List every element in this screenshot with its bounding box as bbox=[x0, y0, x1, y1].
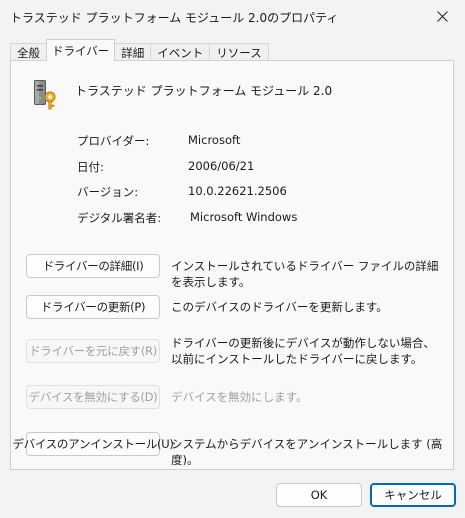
close-button[interactable] bbox=[419, 0, 465, 32]
properties-dialog: トラステッド プラットフォーム モジュール 2.0のプロパティ 全般 ドライバー… bbox=[0, 0, 465, 518]
window-title: トラステッド プラットフォーム モジュール 2.0のプロパティ bbox=[10, 11, 339, 25]
tab-general[interactable]: 全般 bbox=[10, 43, 47, 61]
update-driver-description: このデバイスのドライバーを更新します。 bbox=[171, 300, 388, 314]
driver-details-button[interactable]: ドライバーの詳細(I) bbox=[26, 254, 160, 278]
date-label: 日付: bbox=[77, 160, 104, 174]
tab-resources[interactable]: リソース bbox=[209, 43, 269, 61]
disable-device-description: デバイスを無効にします。 bbox=[171, 390, 308, 404]
date-value: 2006/06/21 bbox=[188, 159, 255, 173]
digital-signer-label: デジタル署名者: bbox=[77, 211, 162, 225]
title-bar[interactable]: トラステッド プラットフォーム モジュール 2.0のプロパティ bbox=[0, 0, 465, 32]
version-value: 10.0.22621.2506 bbox=[188, 184, 287, 198]
uninstall-device-description: システムからデバイスをアンインストールします (高度)。 bbox=[171, 437, 443, 467]
device-name: トラステッド プラットフォーム モジュール 2.0 bbox=[75, 84, 333, 98]
uninstall-device-button[interactable]: デバイスのアンインストール(U) bbox=[12, 432, 174, 456]
close-icon bbox=[436, 10, 448, 22]
provider-label: プロバイダー: bbox=[77, 134, 150, 148]
tab-details[interactable]: 詳細 bbox=[114, 43, 152, 61]
tab-strip: 全般 ドライバー 詳細 イベント リソース bbox=[10, 39, 269, 61]
roll-back-driver-button[interactable]: ドライバーを元に戻す(R) bbox=[26, 339, 160, 363]
digital-signer-value: Microsoft Windows bbox=[190, 210, 298, 224]
disable-device-button[interactable]: デバイスを無効にする(D) bbox=[26, 385, 160, 409]
update-driver-button[interactable]: ドライバーの更新(P) bbox=[26, 295, 160, 319]
version-label: バージョン: bbox=[77, 185, 139, 199]
tpm-chip-key-icon bbox=[34, 80, 56, 110]
driver-tab-panel: トラステッド プラットフォーム モジュール 2.0 プロバイダー: Micros… bbox=[10, 60, 454, 470]
ok-button[interactable]: OK bbox=[276, 483, 362, 507]
driver-details-description: インストールされているドライバー ファイルの詳細を表示します。 bbox=[171, 259, 439, 289]
tab-events[interactable]: イベント bbox=[150, 43, 211, 61]
provider-value: Microsoft bbox=[188, 133, 241, 147]
cancel-button[interactable]: キャンセル bbox=[370, 483, 456, 507]
tab-driver[interactable]: ドライバー bbox=[46, 39, 116, 61]
roll-back-driver-description: ドライバーの更新後にデバイスが動作しない場合、以前にインストールしたドライバーに… bbox=[171, 336, 435, 366]
